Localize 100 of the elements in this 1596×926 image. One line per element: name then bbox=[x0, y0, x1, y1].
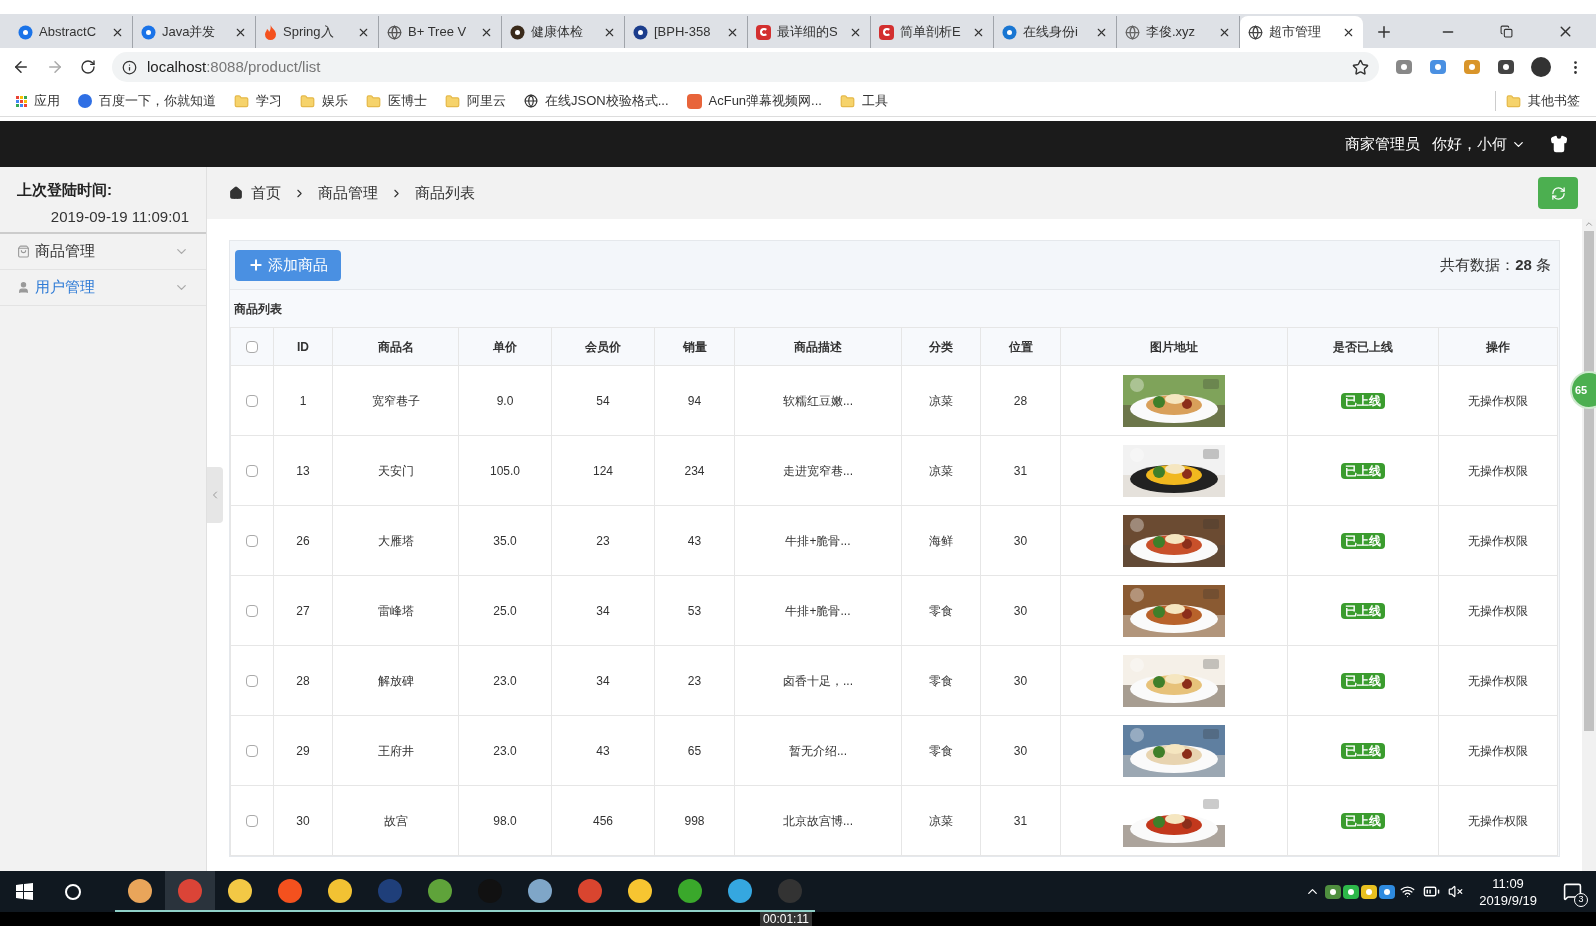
collapse-handle[interactable] bbox=[207, 467, 223, 523]
bookmark-item[interactable]: 在线JSON校验格式... bbox=[524, 91, 669, 111]
folder-icon bbox=[839, 93, 855, 109]
table-cell: 23 bbox=[551, 505, 655, 576]
tray-icon[interactable] bbox=[1324, 882, 1343, 901]
status-badge: 已上线 bbox=[1341, 602, 1385, 619]
breadcrumb-link[interactable]: 商品列表 bbox=[415, 181, 475, 205]
table-cell: 1 bbox=[273, 365, 333, 436]
tab-title: 最详细的S bbox=[777, 23, 839, 42]
user-menu[interactable]: 你好，小何 bbox=[1432, 132, 1526, 156]
back-icon[interactable] bbox=[12, 58, 30, 76]
role-label: 商家管理员 bbox=[1345, 133, 1420, 154]
bookmark-item[interactable]: 工具 bbox=[839, 91, 888, 111]
table-cell: 43 bbox=[654, 505, 735, 576]
checkbox[interactable] bbox=[246, 605, 258, 618]
table-cell: 宽窄巷子 bbox=[332, 365, 459, 436]
breadcrumb-link[interactable]: 首页 bbox=[251, 181, 281, 205]
bookmark-item[interactable]: 医博士 bbox=[366, 91, 427, 111]
table-cell: 25.0 bbox=[458, 575, 552, 646]
table-cell: 94 bbox=[654, 365, 735, 436]
table-cell: 54 bbox=[551, 365, 655, 436]
table-cell: 34 bbox=[551, 645, 655, 716]
sidebar-item[interactable]: 商品管理 bbox=[0, 234, 206, 270]
address-field[interactable]: localhost:8088/product/list bbox=[112, 52, 1379, 82]
status-badge: 已上线 bbox=[1341, 532, 1385, 549]
table-cell: 35.0 bbox=[458, 505, 552, 576]
bookmark-item[interactable]: 娱乐 bbox=[300, 91, 348, 111]
table-cell: 零食 bbox=[901, 715, 981, 786]
restore-icon[interactable] bbox=[1500, 25, 1513, 38]
new-tab-icon[interactable] bbox=[1375, 23, 1393, 41]
info-icon[interactable] bbox=[122, 59, 137, 75]
shirt-icon[interactable] bbox=[1550, 135, 1568, 153]
table-cell: 凉菜 bbox=[901, 785, 981, 856]
checkbox[interactable] bbox=[246, 341, 258, 354]
round-logo-icon bbox=[1002, 24, 1017, 40]
folder-icon bbox=[1506, 93, 1521, 109]
tray-icon[interactable] bbox=[1378, 882, 1397, 901]
sidebar-item[interactable]: 用户管理 bbox=[0, 270, 206, 306]
table-cell: 零食 bbox=[901, 645, 981, 716]
checkbox[interactable] bbox=[246, 465, 258, 478]
muted-speaker-icon[interactable] bbox=[1448, 884, 1464, 899]
column-header: 分类 bbox=[901, 327, 981, 366]
table-cell: 31 bbox=[980, 785, 1061, 856]
table-cell: 31 bbox=[980, 435, 1061, 506]
wifi-icon[interactable] bbox=[1400, 884, 1416, 899]
table-cell: 234 bbox=[654, 435, 735, 506]
table-cell: 故宫 bbox=[332, 785, 459, 856]
checkbox[interactable] bbox=[246, 395, 258, 408]
tab-title: 在线身份i bbox=[1023, 23, 1079, 42]
reload-icon[interactable] bbox=[80, 59, 96, 75]
tab-title: 简单剖析E bbox=[900, 23, 962, 42]
table-cell: 29 bbox=[273, 715, 333, 786]
extension-icon[interactable] bbox=[1497, 58, 1515, 76]
bookmark-item[interactable]: 百度一下，你就知道 bbox=[78, 91, 216, 111]
bookmark-item[interactable]: AcFun弹幕视频网... bbox=[686, 91, 822, 111]
column-header: 是否已上线 bbox=[1287, 327, 1439, 366]
table-cell: 无操作权限 bbox=[1438, 365, 1558, 436]
table-cell: 无操作权限 bbox=[1438, 575, 1558, 646]
table-cell: 走进宽窄巷... bbox=[734, 435, 902, 506]
profile-avatar-icon[interactable] bbox=[1531, 57, 1551, 77]
folder-icon bbox=[366, 93, 381, 109]
home-icon bbox=[229, 186, 243, 200]
column-header: 操作 bbox=[1438, 327, 1558, 366]
letter-logo-icon bbox=[879, 24, 894, 40]
table-cell: 天安门 bbox=[332, 435, 459, 506]
status-badge: 已上线 bbox=[1341, 742, 1385, 759]
breadcrumb-link[interactable]: 商品管理 bbox=[318, 181, 378, 205]
table-cell: 30 bbox=[980, 575, 1061, 646]
windows-start-icon[interactable] bbox=[16, 883, 33, 900]
checkbox[interactable] bbox=[246, 535, 258, 548]
checkbox[interactable] bbox=[246, 745, 258, 758]
refresh-icon bbox=[1550, 185, 1566, 201]
table-cell: 456 bbox=[551, 785, 655, 856]
url-text: localhost:8088/product/list bbox=[147, 56, 322, 77]
notification-count: 3 bbox=[1574, 893, 1588, 907]
checkbox[interactable] bbox=[246, 815, 258, 828]
globe-icon bbox=[387, 24, 402, 40]
bookmark-star-icon[interactable] bbox=[1352, 58, 1369, 76]
round-logo-icon bbox=[18, 24, 33, 40]
last-login-time: 2019-09-19 11:09:01 bbox=[49, 206, 189, 227]
checkbox[interactable] bbox=[246, 675, 258, 688]
bookmark-item[interactable]: 其他书签 bbox=[1495, 91, 1580, 111]
notification-icon[interactable] bbox=[1563, 882, 1582, 901]
clock[interactable]: 11:09 2019/9/19 bbox=[1479, 874, 1537, 909]
table-cell: 凉菜 bbox=[901, 365, 981, 436]
table-cell: 27 bbox=[273, 575, 333, 646]
table-cell: 凉菜 bbox=[901, 435, 981, 506]
table-cell: 23 bbox=[654, 645, 735, 716]
table-cell: 43 bbox=[551, 715, 655, 786]
flame-icon bbox=[264, 24, 277, 40]
bookmark-item[interactable]: 学习 bbox=[234, 91, 282, 111]
bookmark-item[interactable]: 阿里云 bbox=[445, 91, 506, 111]
browser-tab[interactable]: 超市管理 bbox=[1240, 16, 1363, 48]
status-badge: 已上线 bbox=[1341, 672, 1385, 689]
table-cell: 9.0 bbox=[458, 365, 552, 436]
table-cell: 98.0 bbox=[458, 785, 552, 856]
tab-title: AbstractC bbox=[39, 23, 98, 42]
folder-icon bbox=[300, 93, 315, 109]
bookmark-item[interactable]: 应用 bbox=[16, 91, 60, 111]
folder-icon bbox=[234, 93, 249, 109]
